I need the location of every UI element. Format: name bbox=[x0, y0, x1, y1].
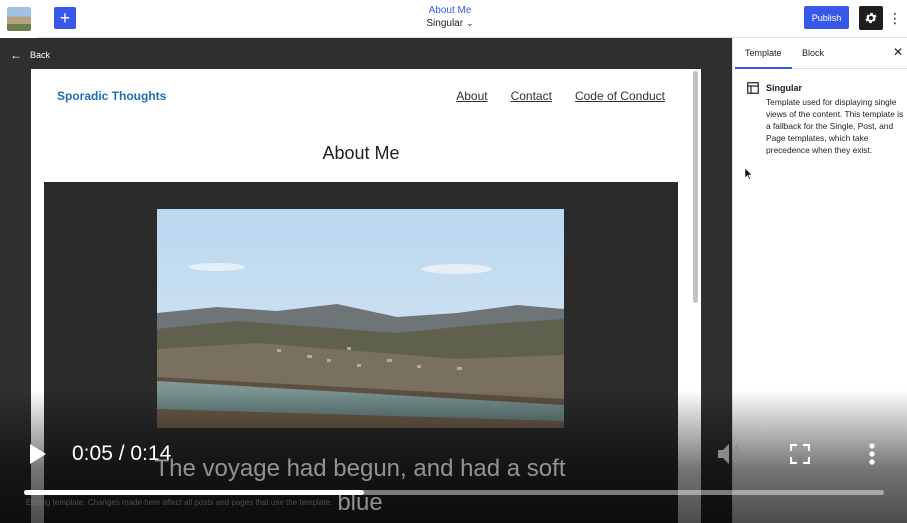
close-icon[interactable]: ✕ bbox=[893, 45, 903, 59]
document-title[interactable]: About Me bbox=[400, 5, 500, 16]
template-selector-label: Singular bbox=[426, 18, 464, 29]
fullscreen-icon[interactable] bbox=[790, 444, 810, 464]
back-label: Back bbox=[30, 50, 51, 60]
layout-icon bbox=[747, 82, 759, 94]
nav-link-about[interactable]: About bbox=[456, 89, 487, 103]
template-name: Singular bbox=[766, 83, 803, 93]
nav-link-contact[interactable]: Contact bbox=[511, 89, 552, 103]
tab-template[interactable]: Template bbox=[745, 48, 782, 58]
publish-button[interactable]: Publish bbox=[804, 6, 849, 29]
gear-icon bbox=[865, 12, 877, 24]
template-selector[interactable]: Singular ⌄ bbox=[400, 18, 500, 29]
site-logo-image bbox=[7, 7, 31, 31]
settings-sidebar: Template Block ✕ Singular Template used … bbox=[732, 38, 907, 523]
video-more-options-icon[interactable] bbox=[866, 442, 878, 466]
template-description: Template used for displaying single view… bbox=[766, 97, 904, 155]
editing-template-notice: Editing template. Changes made here affe… bbox=[26, 498, 333, 507]
sidebar-tabs: Template Block ✕ bbox=[733, 38, 907, 69]
video-frame-landscape bbox=[157, 209, 564, 428]
back-button[interactable]: ← Back bbox=[10, 48, 50, 62]
site-title[interactable]: Sporadic Thoughts bbox=[57, 89, 166, 103]
site-navigation: About Contact Code of Conduct bbox=[456, 89, 665, 103]
video-progress-bar[interactable] bbox=[24, 490, 884, 495]
site-icon-button[interactable] bbox=[0, 0, 38, 38]
active-tab-indicator bbox=[735, 67, 792, 69]
add-block-button[interactable]: + bbox=[54, 7, 76, 29]
chevron-down-icon: ⌄ bbox=[466, 18, 474, 28]
editor-top-bar: + About Me Singular ⌄ Publish ⋮ bbox=[0, 0, 907, 38]
page-title[interactable]: About Me bbox=[31, 143, 691, 164]
mouse-pointer-icon bbox=[745, 168, 753, 180]
arrow-left-icon: ← bbox=[10, 48, 22, 62]
settings-button[interactable] bbox=[859, 6, 883, 30]
video-caption: The voyage had begun, and had a soft blu… bbox=[154, 455, 566, 516]
preview-scrollbar[interactable] bbox=[693, 71, 698, 303]
volume-icon[interactable] bbox=[716, 441, 742, 467]
more-options-icon[interactable]: ⋮ bbox=[888, 8, 902, 28]
play-icon[interactable] bbox=[30, 444, 46, 464]
nav-link-code-of-conduct[interactable]: Code of Conduct bbox=[575, 89, 665, 103]
landscape-image bbox=[157, 209, 564, 428]
video-progress-fill bbox=[24, 490, 364, 495]
tab-block[interactable]: Block bbox=[802, 48, 824, 58]
